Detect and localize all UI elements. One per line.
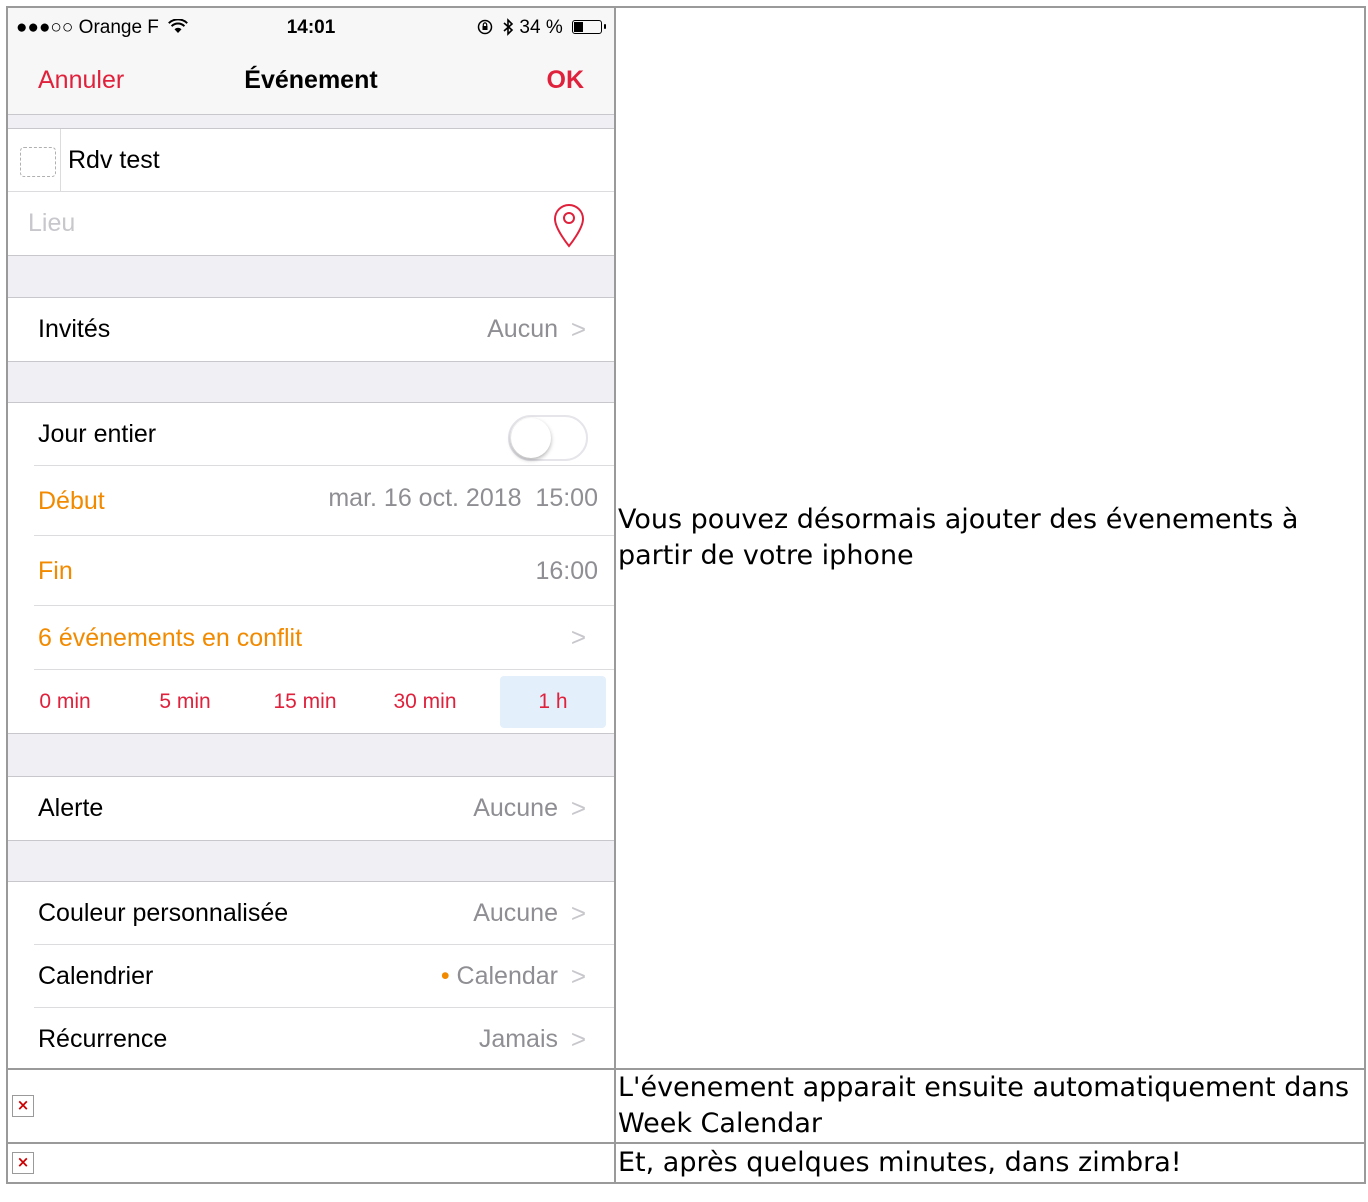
nav-title: Événement [244, 66, 378, 94]
recurrence-row[interactable]: Récurrence Jamais > [8, 1008, 614, 1068]
chevron-right-icon: > [570, 622, 586, 652]
calendar-label: Calendrier [38, 962, 154, 990]
battery-percent: 34 % [519, 17, 563, 38]
chevron-right-icon: > [570, 961, 586, 991]
chevron-right-icon: > [570, 793, 586, 823]
title-section: Rdv test Lieu [8, 128, 614, 256]
battery-icon [572, 20, 606, 34]
conflicts-row[interactable]: 6 événements en conflit > [8, 606, 614, 670]
calendar-row[interactable]: Calendrier • Calendar > [8, 945, 614, 1008]
calendar-color-dot: • [440, 962, 450, 990]
invitees-row[interactable]: Invités Aucun > [8, 298, 614, 361]
duration-option-selected[interactable]: 1 h [500, 676, 606, 728]
bluetooth-icon [503, 18, 514, 36]
duration-selector: 0 min 5 min 15 min 30 min 1 h [8, 670, 614, 733]
start-row[interactable]: Début mar. 16 oct. 2018 15:00 [8, 466, 614, 536]
calendar-value: Calendar [456, 962, 558, 990]
duration-option[interactable]: 5 min [132, 676, 238, 728]
recurrence-value: Jamais [478, 1025, 558, 1053]
custom-color-value: Aucune [473, 899, 558, 927]
end-value: 16:00 [535, 557, 598, 585]
image-cell: × [6, 1142, 616, 1184]
all-day-label: Jour entier [38, 420, 157, 448]
invitees-value: Aucun [487, 315, 558, 343]
image-cell: × [6, 1068, 616, 1144]
broken-image-icon: × [12, 1095, 34, 1117]
step2-description: L'évenement apparait ensuite automatique… [614, 1068, 1366, 1144]
alert-label: Alerte [38, 794, 104, 822]
table-row: ●●●○○ Orange F 14:01 34 % Annuler Événem… [6, 6, 1366, 1070]
end-row[interactable]: Fin 16:00 [8, 536, 614, 606]
chevron-right-icon: > [570, 1024, 586, 1054]
end-label: Fin [38, 557, 73, 585]
chevron-right-icon: > [570, 898, 586, 928]
alert-row[interactable]: Alerte Aucune > [8, 777, 614, 840]
alert-value: Aucune [473, 794, 558, 822]
screenshot-cell: ●●●○○ Orange F 14:01 34 % Annuler Événem… [6, 6, 616, 1070]
table-row: × L'évenement apparait ensuite automatiq… [6, 1068, 1366, 1144]
table-row: × Et, après quelques minutes, dans zimbr… [6, 1142, 1366, 1184]
instructions-table: ●●●○○ Orange F 14:01 34 % Annuler Événem… [6, 6, 1366, 1184]
broken-image-icon: × [12, 1152, 34, 1174]
custom-color-label: Couleur personnalisée [38, 899, 289, 927]
start-value: mar. 16 oct. 2018 15:00 [328, 484, 598, 512]
conflicts-label: 6 événements en conflit [38, 624, 303, 652]
ok-button[interactable]: OK [547, 66, 585, 95]
orientation-lock-icon [477, 19, 493, 35]
step3-description: Et, après quelques minutes, dans zimbra! [614, 1142, 1366, 1184]
location-input[interactable]: Lieu [28, 209, 75, 238]
location-pin-icon[interactable] [552, 202, 586, 248]
nav-bar: Annuler Événement OK [8, 48, 614, 115]
color-picker-swatch[interactable] [20, 147, 56, 177]
step1-description: Vous pouvez désormais ajouter des évenem… [614, 6, 1366, 1070]
all-day-toggle[interactable] [508, 415, 588, 461]
dates-section: Jour entier Début mar. 16 oct. 2018 15:0… [8, 402, 614, 734]
alert-section: Alerte Aucune > [8, 776, 614, 841]
invitees-label: Invités [38, 315, 111, 343]
phone-screenshot: ●●●○○ Orange F 14:01 34 % Annuler Événem… [8, 8, 614, 1068]
title-input[interactable]: Rdv test [68, 146, 160, 175]
start-label: Début [38, 487, 105, 515]
calendar-section: Couleur personnalisée Aucune > Calendrie… [8, 881, 614, 1068]
title-row: Rdv test [8, 129, 614, 192]
location-row[interactable]: Lieu [8, 192, 614, 255]
duration-option[interactable]: 30 min [372, 676, 478, 728]
chevron-right-icon: > [570, 314, 586, 344]
recurrence-label: Récurrence [38, 1025, 168, 1053]
duration-option[interactable]: 0 min [12, 676, 118, 728]
all-day-row: Jour entier [8, 403, 614, 466]
status-bar: ●●●○○ Orange F 14:01 34 % [8, 8, 614, 48]
invitees-section: Invités Aucun > [8, 297, 614, 362]
duration-option[interactable]: 15 min [252, 676, 358, 728]
custom-color-row[interactable]: Couleur personnalisée Aucune > [8, 882, 614, 945]
